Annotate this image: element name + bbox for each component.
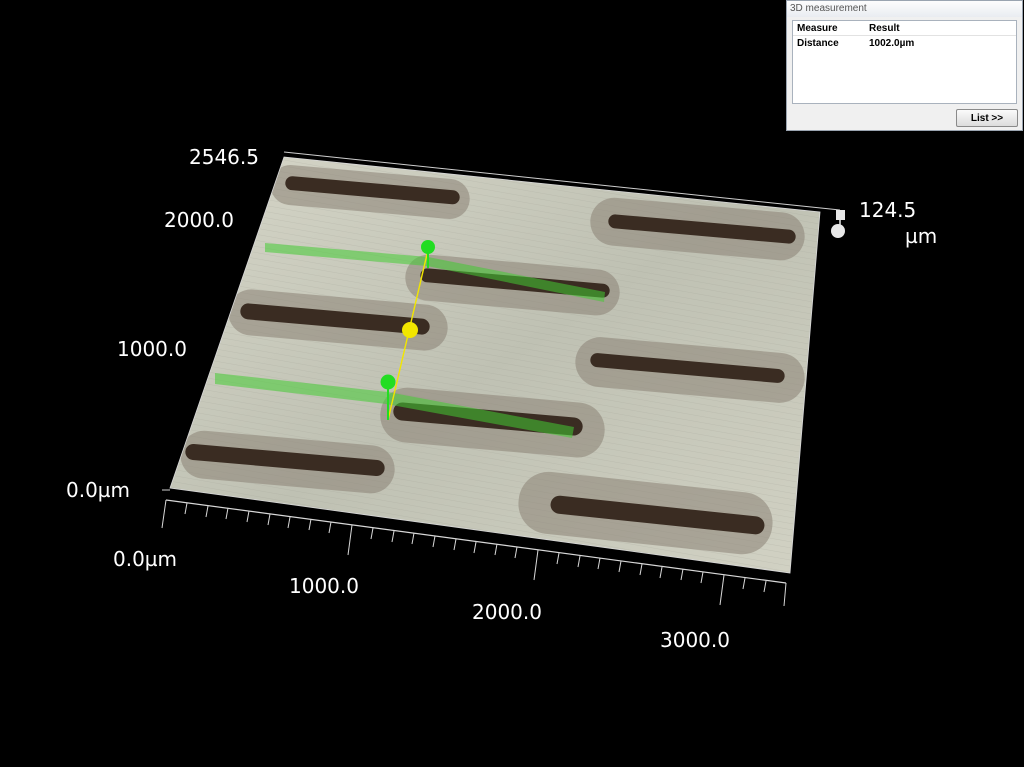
measure-result: 1002.0µm [869, 38, 915, 49]
column-header-measure[interactable]: Measure [797, 23, 838, 34]
column-header-result[interactable]: Result [869, 23, 900, 34]
midpoint-marker[interactable] [402, 322, 418, 338]
y-axis-origin-label: 0.0µm [66, 478, 131, 502]
z-axis-unit-label: µm [905, 224, 938, 248]
x-axis-tick-1000: 1000.0 [289, 574, 359, 598]
measurement-list[interactable]: Measure Result Distance 1002.0µm [792, 20, 1017, 104]
x-axis-origin-label: 0.0µm [113, 547, 178, 571]
surface-plate [170, 157, 820, 573]
y-axis-tick-2000: 2000.0 [164, 208, 234, 232]
x-axis-tick-3000: 3000.0 [660, 628, 730, 652]
measurement-panel: 3D measurement Measure Result Distance 1… [786, 0, 1023, 131]
upper-measure-point[interactable] [421, 240, 435, 254]
measurement-row[interactable]: Distance 1002.0µm [793, 36, 1016, 51]
x-axis-tick-2000: 2000.0 [472, 600, 542, 624]
y-axis-tick-1000: 1000.0 [117, 337, 187, 361]
panel-title: 3D measurement [787, 1, 1022, 17]
measurement-list-header: Measure Result [793, 21, 1016, 36]
lower-measure-point[interactable] [380, 374, 396, 390]
y-axis-max-label: 2546.5 [189, 145, 259, 169]
z-height-handle[interactable] [831, 224, 845, 238]
measure-name: Distance [797, 38, 839, 49]
z-axis-max-label: 124.5 [859, 198, 917, 222]
list-button[interactable]: List >> [956, 109, 1018, 127]
